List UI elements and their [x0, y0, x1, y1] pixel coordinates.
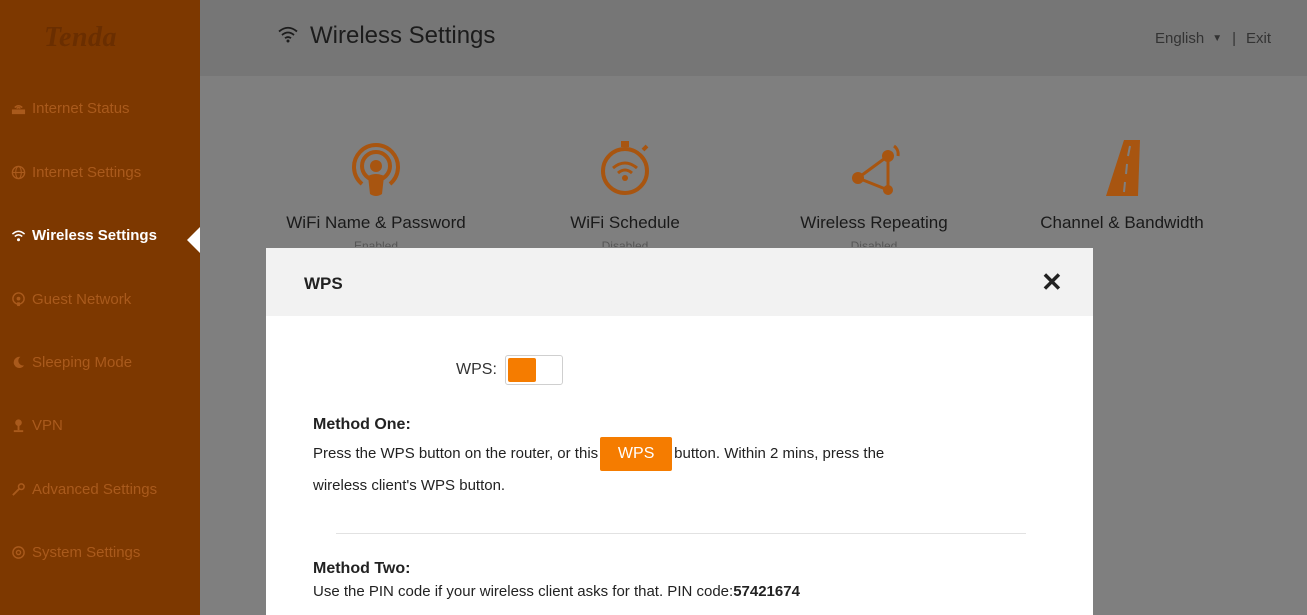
separator: | — [1232, 30, 1237, 47]
method-one-title: Method One: — [313, 416, 411, 433]
card-wireless-repeating[interactable]: Wireless Repeating Disabled — [764, 138, 984, 247]
wrench-icon — [10, 481, 26, 497]
sidebar: Tenda Internet Status Internet Settings … — [0, 0, 200, 615]
guest-icon — [10, 291, 26, 307]
sidebar-item-sleeping-mode[interactable]: Sleeping Mode — [10, 347, 132, 377]
modal-header: WPS ✕ — [266, 248, 1093, 316]
sidebar-item-system-settings[interactable]: System Settings — [10, 537, 140, 567]
wifi-name-icon — [266, 138, 486, 198]
method-one-text-after: button. Within 2 mins, press the — [674, 444, 885, 462]
sidebar-item-label: Internet Settings — [32, 163, 142, 181]
sidebar-item-wireless-settings[interactable]: Wireless Settings — [10, 220, 157, 250]
card-label: WiFi Name & Password — [286, 213, 466, 232]
sidebar-item-label: Advanced Settings — [32, 480, 158, 498]
method-one-text-line2: wireless client's WPS button. — [313, 477, 506, 494]
sidebar-item-internet-settings[interactable]: Internet Settings — [10, 157, 141, 187]
card-status: Disabled — [601, 239, 649, 247]
router-icon — [10, 100, 26, 116]
sidebar-item-advanced-settings[interactable]: Advanced Settings — [10, 474, 157, 504]
toggle-on-indicator — [507, 358, 536, 382]
sidebar-item-vpn[interactable]: VPN — [10, 410, 63, 440]
chevron-down-icon[interactable]: ▼ — [1212, 33, 1222, 44]
sidebar-item-label: System Settings — [32, 543, 141, 561]
method-one-text: Press the WPS button on the router, or t… — [313, 437, 1033, 501]
sidebar-item-label: Sleeping Mode — [32, 353, 133, 371]
card-status — [1012, 239, 1232, 247]
divider — [336, 533, 1026, 534]
road-icon — [1012, 138, 1232, 198]
language-select[interactable]: English — [1155, 30, 1204, 47]
method-two-text: Use the PIN code if your wireless client… — [313, 580, 1033, 604]
wps-toggle[interactable] — [504, 355, 563, 385]
schedule-icon — [515, 138, 735, 198]
tenda-logo: Tenda — [44, 22, 118, 53]
wps-modal: WPS ✕ WPS: Method One: Press the WPS but… — [266, 248, 1093, 615]
close-icon[interactable]: ✕ — [1041, 269, 1063, 295]
card-status: Enabled — [353, 239, 399, 247]
active-indicator — [187, 227, 200, 253]
method-one-text-before: Press the WPS button on the router, or t… — [313, 444, 599, 462]
page-title: Wireless Settings — [278, 22, 495, 50]
sidebar-item-label: Guest Network — [32, 290, 132, 308]
vpn-icon — [10, 417, 26, 433]
wps-button[interactable]: WPS — [600, 437, 673, 471]
sidebar-item-internet-status[interactable]: Internet Status — [10, 93, 130, 123]
card-status: Disabled — [850, 239, 898, 247]
sidebar-item-label: Internet Status — [32, 99, 130, 117]
wps-toggle-row: WPS: — [456, 355, 563, 385]
card-channel-bandwidth[interactable]: Channel & Bandwidth — [1012, 138, 1232, 247]
sidebar-item-label: VPN — [32, 416, 63, 434]
moon-icon — [10, 354, 26, 370]
repeating-icon — [764, 138, 984, 198]
wps-label: WPS: — [456, 361, 497, 378]
wifi-icon — [278, 22, 298, 50]
card-label: Wireless Repeating — [800, 213, 948, 232]
card-wifi-name-password[interactable]: WiFi Name & Password Enabled — [266, 138, 486, 247]
pin-code: 57421674 — [733, 583, 800, 600]
globe-icon — [10, 164, 26, 180]
exit-link[interactable]: Exit — [1246, 30, 1271, 47]
card-label: WiFi Schedule — [570, 213, 680, 232]
card-label: Channel & Bandwidth — [1040, 213, 1204, 232]
method-two-text-body: Use the PIN code if your wireless client… — [313, 583, 734, 600]
method-two-title: Method Two: — [313, 560, 411, 577]
modal-title: WPS — [304, 274, 343, 293]
gear-icon — [10, 544, 26, 560]
wifi-icon — [10, 227, 26, 243]
sidebar-item-label: Wireless Settings — [32, 226, 157, 244]
card-wifi-schedule[interactable]: WiFi Schedule Disabled — [515, 138, 735, 247]
header-actions: English ▼ | Exit — [1155, 30, 1271, 47]
page-title-text: Wireless Settings — [310, 22, 496, 49]
sidebar-item-guest-network[interactable]: Guest Network — [10, 284, 131, 314]
